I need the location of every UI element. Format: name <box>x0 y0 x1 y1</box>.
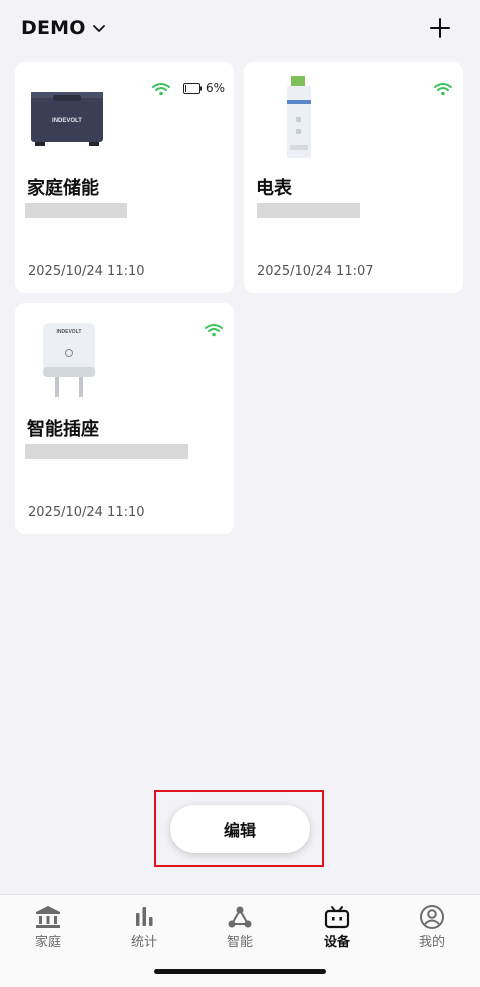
tab-label: 智能 <box>226 935 253 950</box>
device-timestamp: 2025/10/24 11:07 <box>257 264 374 279</box>
tab-label: 我的 <box>418 935 445 950</box>
redacted-serial <box>25 203 127 218</box>
stats-icon <box>136 907 153 926</box>
home-storage-image: INDEVOLT <box>27 84 107 152</box>
battery-indicator: 6% <box>183 81 225 95</box>
device-name: 智能插座 <box>27 419 99 440</box>
home-name: DEMO <box>21 17 86 39</box>
device-timestamp: 2025/10/24 11:10 <box>28 505 145 520</box>
smart-icon <box>228 906 252 928</box>
tab-smart[interactable]: 智能 <box>210 905 270 953</box>
device-card-smart-plug[interactable]: INDEVOLT 智能插座 2025/10/24 11:10 <box>15 303 234 534</box>
home-icon <box>36 906 60 928</box>
tab-devices[interactable]: 设备 <box>307 905 367 953</box>
device-card-meter[interactable]: 电表 2025/10/24 11:07 <box>244 62 463 293</box>
wifi-icon <box>151 81 171 100</box>
tab-label: 家庭 <box>34 935 61 950</box>
redacted-serial <box>257 203 360 218</box>
smart-plug-image: INDEVOLT <box>41 321 97 405</box>
tab-home[interactable]: 家庭 <box>18 905 78 953</box>
tab-stats[interactable]: 统计 <box>114 905 174 953</box>
home-storage-brand: INDEVOLT <box>52 118 82 124</box>
wifi-icon <box>433 81 453 100</box>
battery-level: 6% <box>206 81 226 95</box>
device-card-home-storage[interactable]: INDEVOLT 6% 家庭储能 2025/10/24 11:10 <box>15 62 234 293</box>
home-selector[interactable]: DEMO <box>21 14 106 42</box>
wifi-icon <box>204 322 224 341</box>
device-icon <box>324 906 350 929</box>
plus-icon <box>430 18 450 38</box>
tab-profile[interactable]: 我的 <box>402 905 462 953</box>
device-name: 家庭储能 <box>27 178 99 199</box>
redacted-serial <box>25 444 188 459</box>
battery-icon <box>183 82 202 94</box>
tab-label: 设备 <box>323 935 350 950</box>
header: DEMO <box>0 0 480 56</box>
device-timestamp: 2025/10/24 11:10 <box>28 264 145 279</box>
edit-button[interactable]: 编辑 <box>170 805 310 853</box>
home-indicator <box>154 969 326 974</box>
chevron-down-icon <box>92 19 106 38</box>
smart-plug-brand: INDEVOLT <box>57 329 82 335</box>
device-name: 电表 <box>256 178 292 199</box>
tab-label: 统计 <box>130 935 157 950</box>
add-device-button[interactable] <box>424 12 456 44</box>
profile-icon <box>420 905 444 929</box>
meter-image <box>284 75 314 167</box>
